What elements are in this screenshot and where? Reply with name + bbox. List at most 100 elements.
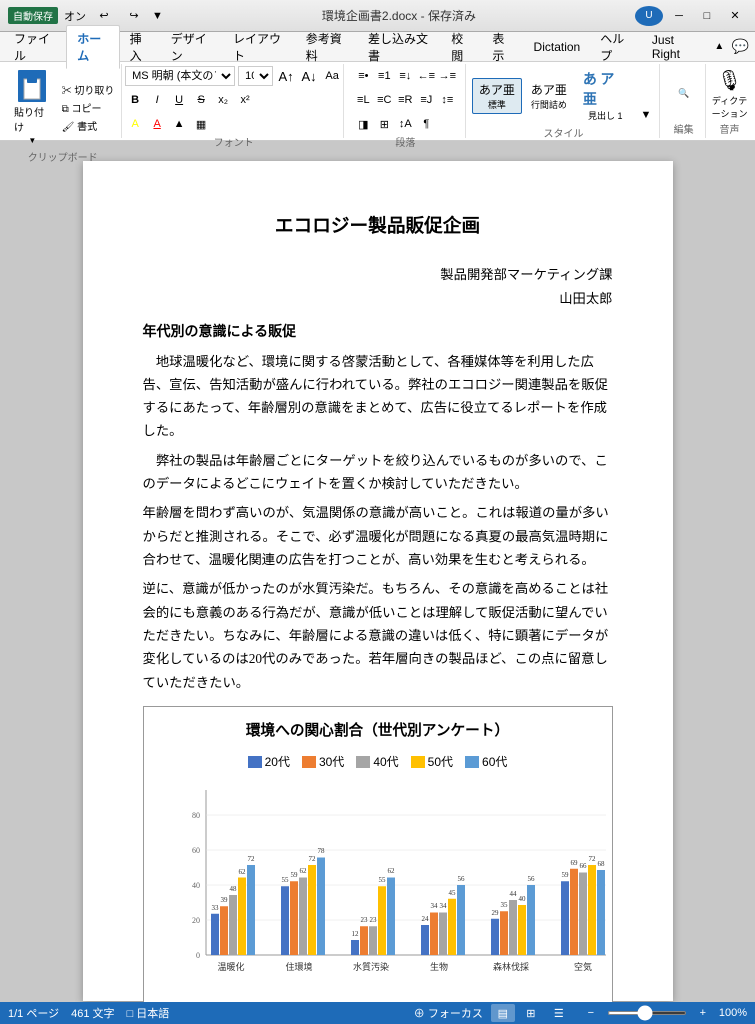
numbered-list-button[interactable]: ≡1 [374, 66, 394, 86]
font-mid-row: B I U S x₂ x² [125, 90, 255, 110]
svg-text:水質汚染: 水質汚染 [352, 961, 388, 972]
shading-button[interactable]: ▲ [169, 114, 189, 134]
svg-text:空気: 空気 [573, 961, 591, 972]
cut-button[interactable]: ✂ 切り取り [59, 81, 118, 98]
tab-dictation[interactable]: Dictation [524, 36, 591, 58]
style-normal-preview: あア亜 [479, 81, 515, 98]
zoom-slider[interactable] [607, 1011, 687, 1015]
tab-design[interactable]: デザイン [161, 26, 223, 68]
styles-more-button[interactable]: ▼ [637, 105, 655, 125]
decrease-font-button[interactable]: A↓ [299, 66, 319, 86]
dictation-button[interactable]: 🎙 ディクテーション [712, 78, 748, 110]
strikethrough-button[interactable]: S [191, 90, 211, 110]
user-avatar[interactable]: U [635, 6, 663, 26]
border-button[interactable]: ▦ [191, 114, 211, 134]
ribbon: ファイル ホーム 挿入 デザイン レイアウト 参考資料 差し込み文書 校閲 表示… [0, 32, 755, 141]
legend-50s: 50代 [411, 752, 453, 772]
paste-dropdown-icon: ▼ [28, 136, 36, 145]
statusbar: 1/1 ページ 461 文字 □ 日本語 ⊕ フォーカス ▤ ⊞ ☰ − + 1… [0, 1002, 755, 1024]
text-highlight-button[interactable]: A [125, 114, 145, 134]
svg-text:20: 20 [192, 916, 200, 925]
tab-justright[interactable]: Just Right [642, 29, 709, 65]
bold-button[interactable]: B [125, 90, 145, 110]
tab-home[interactable]: ホーム [66, 25, 119, 69]
subscript-button[interactable]: x₂ [213, 90, 233, 110]
document-title: エコロジー製品販促企画 [143, 211, 613, 243]
sort-button[interactable]: ↕A [395, 114, 415, 134]
border-para-button[interactable]: ⊞ [374, 114, 394, 134]
document-author-info: 製品開発部マーケティング課 山田太郎 [143, 263, 613, 311]
shading-para-button[interactable]: ◨ [353, 114, 373, 134]
font-content: MS 明朝 (本文のフォ 10.5 A↑ A↓ Aa B I U S x₂ x² [125, 66, 342, 134]
legend-color-20s [248, 756, 262, 768]
underline-button[interactable]: U [169, 90, 189, 110]
tab-layout[interactable]: レイアウト [223, 26, 296, 68]
decrease-indent-button[interactable]: ←≡ [416, 66, 436, 86]
focus-button[interactable]: ⊕ フォーカス [414, 1005, 483, 1021]
svg-text:44: 44 [509, 890, 517, 898]
view-web-button[interactable]: ⊞ [519, 1004, 543, 1022]
legend-color-40s [356, 756, 370, 768]
word-count[interactable]: 461 文字 [71, 1005, 114, 1021]
font-name-select[interactable]: MS 明朝 (本文のフォ [125, 66, 235, 86]
ribbon-collapse-button[interactable]: ▲ [709, 38, 730, 56]
zoom-section: − + 100% [579, 1004, 747, 1022]
find-button[interactable]: 🔍 [666, 78, 702, 110]
svg-text:66: 66 [579, 862, 587, 870]
svg-text:55: 55 [378, 876, 386, 884]
paragraph1: 地球温暖化など、環境に関する啓蒙活動として、各種媒体等を利用した広告、宣伝、告知… [143, 350, 613, 443]
comment-button[interactable]: 💬 [730, 38, 751, 56]
style-normal[interactable]: あア亜 標準 [472, 78, 522, 114]
focus-label: フォーカス [428, 1008, 483, 1020]
view-print-button[interactable]: ▤ [491, 1004, 515, 1022]
zoom-in-button[interactable]: + [691, 1004, 715, 1022]
align-left-button[interactable]: ≡L [353, 90, 373, 110]
paste-button[interactable]: 貼り付け ▼ [8, 66, 57, 149]
svg-text:温暖化: 温暖化 [217, 961, 244, 972]
superscript-button[interactable]: x² [235, 90, 255, 110]
tab-mailings[interactable]: 差し込み文書 [358, 26, 441, 68]
copy-button[interactable]: ⧉ コピー [59, 99, 118, 116]
italic-button[interactable]: I [147, 90, 167, 110]
font-size-select[interactable]: 10.5 [238, 66, 273, 86]
redo-button[interactable]: ↪ [122, 7, 146, 25]
bullet-list-button[interactable]: ≡• [353, 66, 373, 86]
font-color-button[interactable]: A [147, 114, 167, 134]
increase-font-button[interactable]: A↑ [276, 66, 296, 86]
align-right-button[interactable]: ≡R [395, 90, 415, 110]
justify-button[interactable]: ≡J [416, 90, 436, 110]
svg-text:45: 45 [448, 889, 456, 897]
page-info[interactable]: 1/1 ページ [8, 1005, 59, 1021]
show-marks-button[interactable]: ¶ [416, 114, 436, 134]
paragraph-group-label: 段落 [395, 134, 415, 149]
legend-color-30s [302, 756, 316, 768]
tab-help[interactable]: ヘルプ [590, 26, 642, 68]
line-spacing-button[interactable]: ↕≡ [437, 90, 457, 110]
style-heading1[interactable]: あ ア 亜 見出し 1 [576, 66, 635, 125]
tab-file[interactable]: ファイル [4, 26, 66, 68]
tab-view[interactable]: 表示 [482, 26, 523, 68]
zoom-level[interactable]: 100% [719, 1007, 747, 1019]
undo-button[interactable]: ↩ [92, 7, 116, 25]
minimize-button[interactable]: ─ [667, 7, 691, 25]
document-title-bar: 環境企画書2.docx - 保存済み [322, 7, 476, 24]
tab-review[interactable]: 校閲 [441, 26, 482, 68]
close-button[interactable]: ✕ [723, 7, 747, 25]
tab-insert[interactable]: 挿入 [120, 26, 161, 68]
svg-text:72: 72 [308, 855, 316, 863]
legend-label-20s: 20代 [265, 752, 290, 772]
increase-indent-button[interactable]: →≡ [437, 66, 457, 86]
document-page[interactable]: エコロジー製品販促企画 製品開発部マーケティング課 山田太郎 年代別の意識による… [83, 161, 673, 1001]
language[interactable]: □ 日本語 [127, 1005, 170, 1021]
restore-button[interactable]: □ [695, 7, 719, 25]
ribbon-content: 貼り付け ▼ ✂ 切り取り ⧉ コピー 🖌 書式 クリップボード MS 明朝 (… [0, 62, 755, 140]
style-compact[interactable]: あア亜 行間詰め [524, 78, 574, 114]
tab-references[interactable]: 参考資料 [296, 26, 358, 68]
align-center-button[interactable]: ≡C [374, 90, 394, 110]
clear-format-button[interactable]: Aa [322, 66, 342, 86]
multilevel-list-button[interactable]: ≡↓ [395, 66, 415, 86]
view-outline-button[interactable]: ☰ [547, 1004, 571, 1022]
format-painter-button[interactable]: 🖌 書式 [59, 117, 118, 134]
zoom-out-button[interactable]: − [579, 1004, 603, 1022]
style-compact-label: 行間詰め [531, 98, 567, 111]
